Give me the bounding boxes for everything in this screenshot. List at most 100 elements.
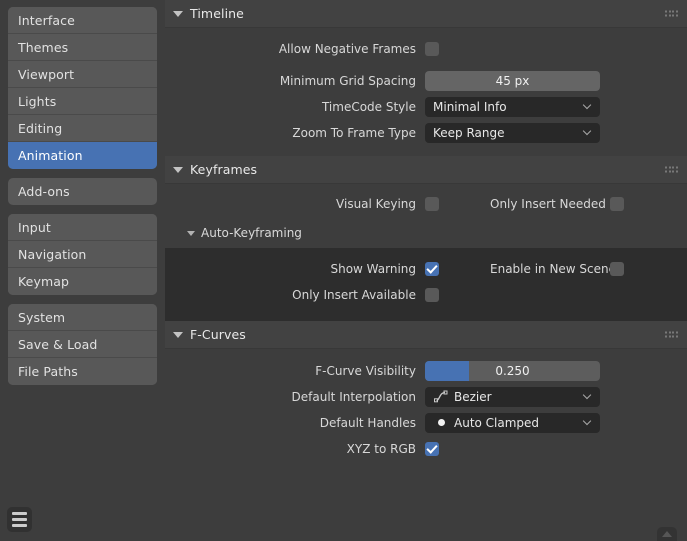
sidebar-item-interface[interactable]: Interface [8,7,157,34]
row-fcurve-visibility: F-Curve Visibility 0.250 [165,359,687,382]
checkbox-only-insert-needed[interactable] [610,196,624,211]
sidebar-item-system[interactable]: System [8,304,157,331]
checkbox-show-warning[interactable] [425,261,439,276]
chevron-up-icon [662,531,672,537]
dropdown-value: Bezier [454,389,492,404]
row-xyz-to-rgb: XYZ to RGB [165,437,687,460]
slider-fill [425,360,469,381]
row-minimum-grid-spacing: Minimum Grid Spacing 45 px [165,69,687,92]
panel-body-fcurves: F-Curve Visibility 0.250 Default Interpo… [165,349,687,474]
row-default-interpolation: Default Interpolation Bezier [165,385,687,408]
number-field-minimum-grid-spacing[interactable]: 45 px [425,70,600,91]
widget-visual-keying [425,196,490,211]
widget-fcurve-visibility: 0.250 [425,360,600,381]
sidebar-item-viewport[interactable]: Viewport [8,61,157,88]
sidebar-item-input[interactable]: Input [8,214,157,241]
label-timecode-style: TimeCode Style [321,99,416,114]
panel-grip-icon[interactable] [665,331,678,338]
panel-grip-icon[interactable] [665,166,678,173]
chevron-down-icon [584,418,593,427]
sidebar-item-label: Editing [18,121,63,136]
dropdown-default-handles[interactable]: Auto Clamped [425,412,600,433]
row-auto-keyframing-flags-1: Show Warning Enable in New Scenes [165,257,687,280]
chevron-down-icon [173,331,183,338]
dropdown-zoom-to-frame-type[interactable]: Keep Range [425,122,600,143]
sidebar-item-label: Input [18,220,51,235]
hamburger-menu-icon[interactable] [7,507,32,532]
sidebar-item-editing[interactable]: Editing [8,115,157,142]
sidebar-item-label: Keymap [18,274,70,289]
label-allow-negative-frames: Allow Negative Frames [278,41,416,56]
checkbox-enable-in-new-scenes[interactable] [610,261,624,276]
label-only-insert-needed: Only Insert Needed [490,196,606,211]
nav-group-addons: Add-ons [8,178,157,205]
widget-show-warning [425,261,490,276]
widget-only-insert-available [425,287,490,302]
sidebar-item-navigation[interactable]: Navigation [8,241,157,268]
widget-default-interpolation: Bezier [425,386,600,407]
panel-header-fcurves[interactable]: F-Curves [165,321,687,349]
widget-minimum-grid-spacing: 45 px [425,70,600,91]
sidebar-item-label: Animation [18,148,83,163]
scroll-up-button[interactable] [657,527,677,541]
sidebar-item-file-paths[interactable]: File Paths [8,358,157,385]
sidebar-item-themes[interactable]: Themes [8,34,157,61]
checkbox-only-insert-available[interactable] [425,287,439,302]
dropdown-value: Auto Clamped [454,415,540,430]
sub-panel-title: Auto-Keyframing [201,226,302,240]
sidebar-item-keymap[interactable]: Keymap [8,268,157,295]
row-default-handles: Default Handles Auto Clamped [165,411,687,434]
preferences-main-content: Timeline Allow Negative Frames Minimum G… [165,0,687,541]
dropdown-value: Keep Range [433,125,505,140]
sidebar-item-label: File Paths [18,364,78,379]
label-visual-keying: Visual Keying [336,196,416,211]
panel-body-timeline: Allow Negative Frames Minimum Grid Spaci… [165,28,687,156]
sidebar-item-lights[interactable]: Lights [8,88,157,115]
nav-group-input: Input Navigation Keymap [8,214,157,295]
nav-group-general: Interface Themes Viewport Lights Editing… [8,7,157,169]
slider-fcurve-visibility[interactable]: 0.250 [425,360,600,381]
panel-header-keyframes[interactable]: Keyframes [165,156,687,184]
dropdown-default-interpolation[interactable]: Bezier [425,386,600,407]
label-fcurve-visibility: F-Curve Visibility [315,363,416,378]
panel-header-timeline[interactable]: Timeline [165,0,687,28]
label-minimum-grid-spacing: Minimum Grid Spacing [279,73,416,88]
nav-group-system: System Save & Load File Paths [8,304,157,385]
slider-value: 0.250 [495,363,530,378]
sidebar-item-label: System [18,310,66,325]
checkbox-xyz-to-rgb[interactable] [425,441,439,456]
label-default-interpolation: Default Interpolation [291,389,416,404]
sidebar-item-animation[interactable]: Animation [8,142,157,169]
widget-xyz-to-rgb [425,441,600,456]
sidebar-item-label: Interface [18,13,75,28]
row-zoom-to-frame-type: Zoom To Frame Type Keep Range [165,121,687,144]
handle-dot-icon [433,416,449,430]
widget-enable-in-new-scenes [610,261,624,276]
label-only-insert-available: Only Insert Available [292,287,416,302]
sidebar-item-add-ons[interactable]: Add-ons [8,178,157,205]
widget-default-handles: Auto Clamped [425,412,600,433]
dropdown-timecode-style[interactable]: Minimal Info [425,96,600,117]
row-timecode-style: TimeCode Style Minimal Info [165,95,687,118]
panel-title: Keyframes [190,162,258,177]
label-xyz-to-rgb: XYZ to RGB [346,441,416,456]
sidebar-item-label: Add-ons [18,184,70,199]
label-show-warning: Show Warning [330,261,416,276]
sidebar-item-save-and-load[interactable]: Save & Load [8,331,157,358]
panel-body-auto-keyframing: Show Warning Enable in New Scenes Only I… [165,248,687,321]
checkbox-visual-keying[interactable] [425,196,439,211]
checkbox-allow-negative-frames[interactable] [425,41,439,56]
sub-panel-header-auto-keyframing[interactable]: Auto-Keyframing [165,218,687,248]
label-zoom-to-frame-type: Zoom To Frame Type [292,125,416,140]
sidebar-item-label: Navigation [18,247,87,262]
sidebar-item-label: Save & Load [18,337,98,352]
sidebar-item-label: Lights [18,94,57,109]
preferences-sidebar: Interface Themes Viewport Lights Editing… [0,0,165,541]
panel-title: Timeline [190,6,244,21]
chevron-down-icon [584,102,593,111]
label-enable-in-new-scenes: Enable in New Scenes [490,261,623,276]
panel-title: F-Curves [190,327,246,342]
widget-timecode-style: Minimal Info [425,96,600,117]
label-default-handles: Default Handles [319,415,416,430]
panel-grip-icon[interactable] [665,10,678,17]
